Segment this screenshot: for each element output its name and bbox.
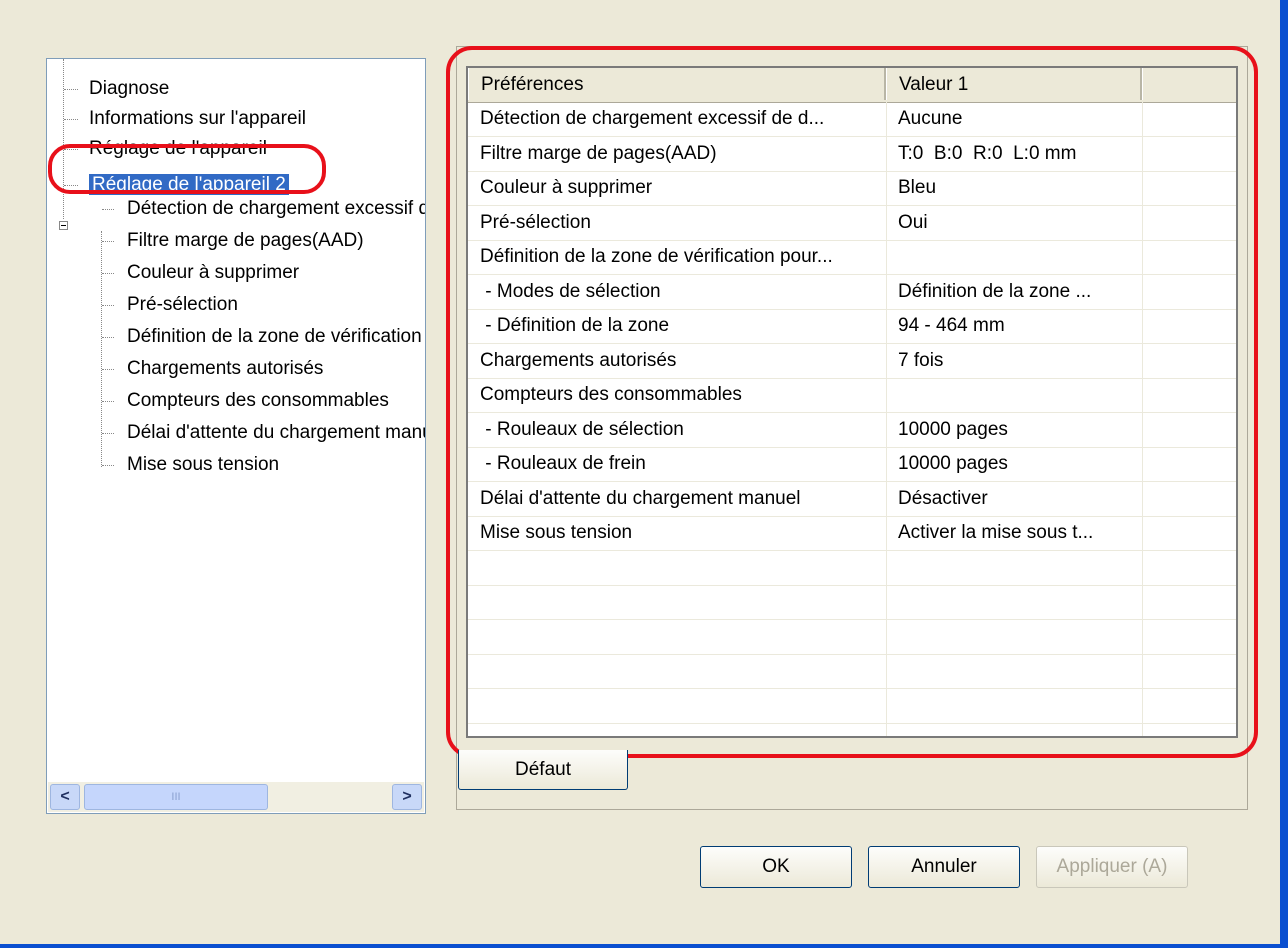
tree-connector: [102, 337, 114, 338]
collapse-icon[interactable]: [59, 221, 68, 230]
tree-connector: [64, 89, 78, 90]
scroll-right-button[interactable]: >: [392, 784, 422, 810]
tree-item-label: Informations sur l'appareil: [89, 108, 306, 129]
tree-item[interactable]: Informations sur l'appareil: [89, 105, 306, 133]
cancel-button[interactable]: Annuler: [868, 846, 1020, 888]
tree-child-item[interactable]: Pré-sélection: [127, 291, 238, 319]
tree-item[interactable]: Diagnose: [89, 75, 169, 103]
tree-child-item[interactable]: Définition de la zone de vérification po…: [127, 323, 425, 351]
ok-button[interactable]: OK: [700, 846, 852, 888]
scroll-thumb[interactable]: III: [84, 784, 268, 810]
tree-child-item[interactable]: Détection de chargement excessif de docu…: [127, 195, 425, 223]
tree-connector: [102, 401, 114, 402]
scroll-left-button[interactable]: <: [50, 784, 80, 810]
tree-horizontal-scrollbar[interactable]: < III >: [48, 782, 424, 812]
tree-connector: [102, 369, 114, 370]
chevron-left-icon: <: [60, 788, 70, 805]
tree-child-item[interactable]: Délai d'attente du chargement manuel: [127, 419, 425, 447]
tree-connector: [102, 241, 114, 242]
tree-connector: [102, 433, 114, 434]
tree-connector: [102, 465, 114, 466]
chevron-right-icon: >: [402, 788, 412, 805]
tree-item-label: Diagnose: [89, 78, 170, 99]
tree-connector: [102, 305, 114, 306]
tree-child-item[interactable]: Filtre marge de pages(AAD): [127, 227, 364, 255]
tree-child-item[interactable]: Mise sous tension: [127, 451, 279, 479]
tree-connector: [64, 119, 78, 120]
tree-child-item[interactable]: Compteurs des consommables: [127, 387, 389, 415]
tree-child-item[interactable]: Couleur à supprimer: [127, 259, 299, 287]
tree-connector: [102, 273, 114, 274]
tree-guide-line: [101, 231, 102, 467]
default-button[interactable]: Défaut: [458, 750, 628, 790]
tree-guide-line: [63, 59, 64, 219]
highlight-annotation-grid: [446, 46, 1258, 758]
tree-connector: [102, 209, 114, 210]
apply-button[interactable]: Appliquer (A): [1036, 846, 1188, 888]
settings-dialog: Diagnose Informations sur l'appareil Régla…: [0, 0, 1288, 948]
grip-icon: III: [171, 791, 181, 803]
tree-child-item[interactable]: Chargements autorisés: [127, 355, 323, 383]
highlight-annotation-tree: [48, 144, 326, 194]
